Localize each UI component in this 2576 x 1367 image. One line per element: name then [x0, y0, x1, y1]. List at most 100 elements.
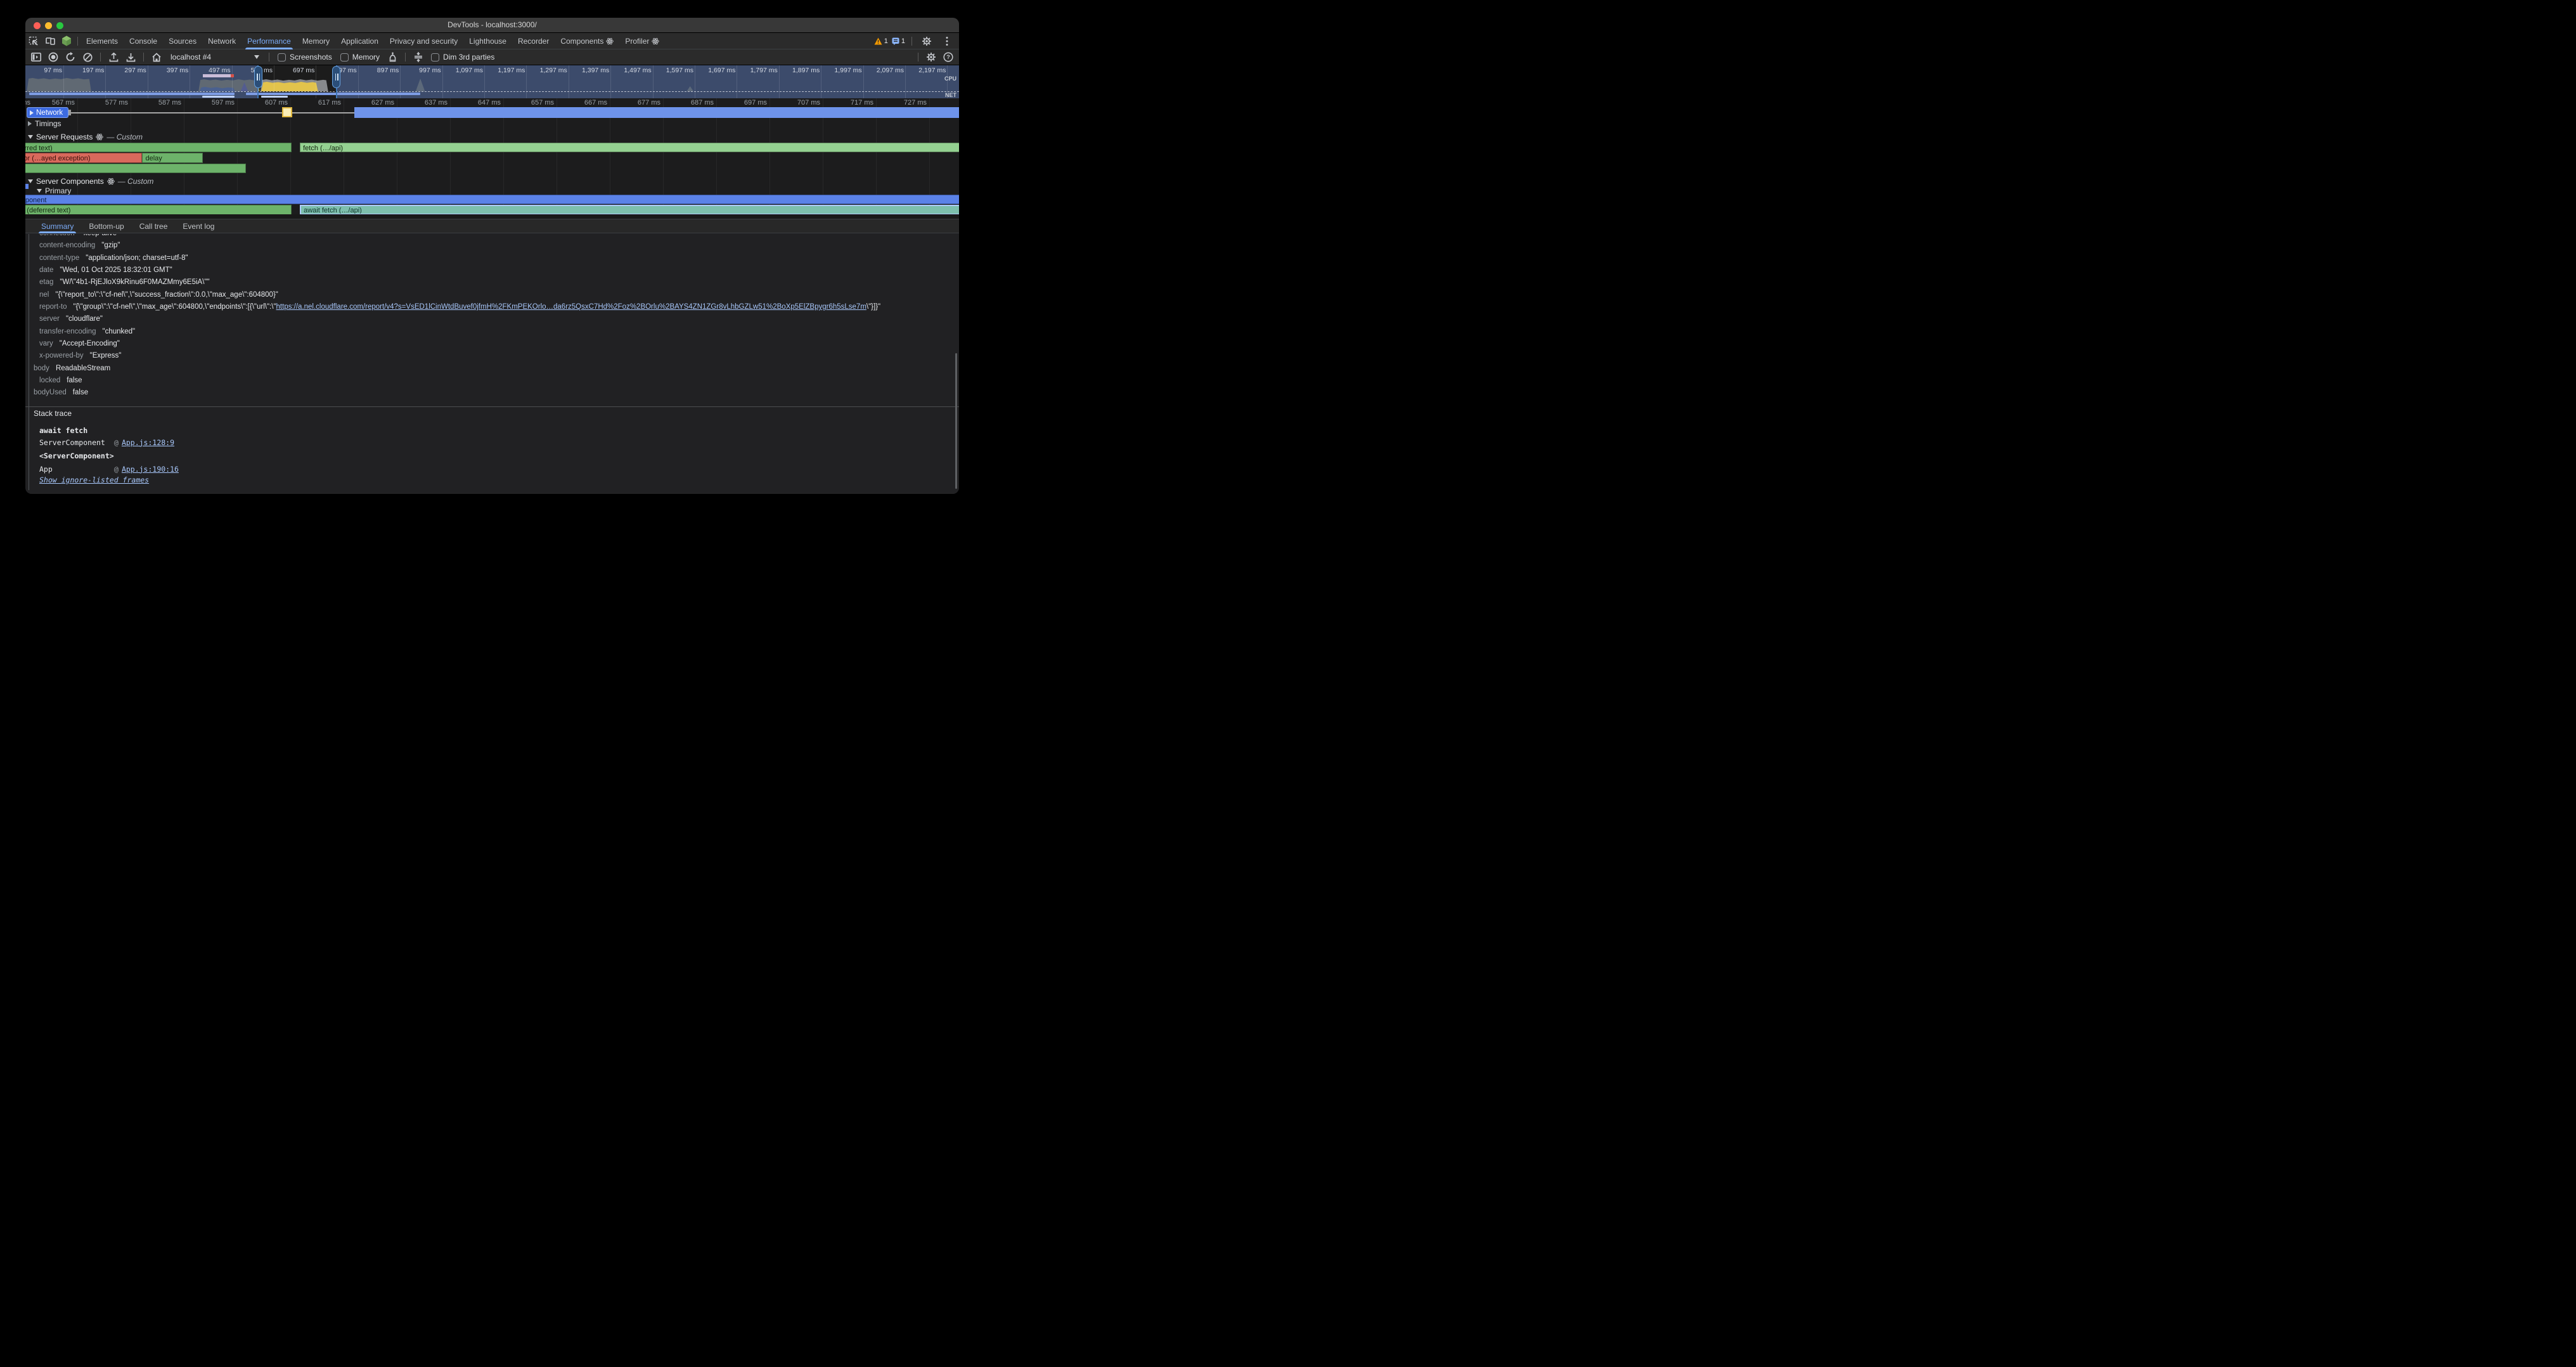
- network-candy-block[interactable]: [282, 107, 292, 117]
- timeline-main[interactable]: ms567 ms577 ms587 ms597 ms607 ms617 ms62…: [25, 98, 959, 219]
- event-bar[interactable]: ServerComponent: [25, 195, 959, 205]
- net-lane-label: NET: [945, 92, 956, 98]
- divider: [143, 53, 144, 62]
- event-bar[interactable]: fetch (…/api): [300, 143, 959, 153]
- frame-source-link[interactable]: App.js:190:16: [122, 465, 179, 474]
- dim-3rd-parties-checkbox-row[interactable]: Dim 3rd parties: [431, 53, 494, 62]
- memory-checkbox[interactable]: [340, 53, 349, 62]
- property-key: connection: [39, 234, 75, 237]
- tab-console[interactable]: Console: [124, 33, 163, 49]
- property-value: "chunked": [103, 328, 136, 335]
- dim-3rd-parties-checkbox[interactable]: [431, 53, 439, 62]
- warning-icon: [874, 37, 882, 45]
- save-profile-icon[interactable]: [124, 51, 138, 64]
- network-request-line: [68, 112, 354, 113]
- details-scrollbar[interactable]: [955, 353, 958, 489]
- overview-ruler-label: 2,097 ms: [860, 67, 904, 74]
- stack-trace-section: Stack trace await fetchServerComponent@A…: [25, 407, 959, 494]
- event-bar[interactable]: delay (deferred text): [25, 143, 292, 153]
- overview-ruler-label: 1,597 ms: [649, 67, 693, 74]
- details-tab-summary[interactable]: Summary: [34, 219, 81, 233]
- screenshots-checkbox-row[interactable]: Screenshots: [278, 53, 332, 62]
- disclosure-triangle-icon: [37, 189, 42, 193]
- tab-recorder[interactable]: Recorder: [512, 33, 555, 49]
- property-value: ReadableStream: [56, 365, 110, 372]
- show-ignore-listed-frames-link[interactable]: Show ignore-listed frames: [39, 476, 149, 484]
- more-menu-icon[interactable]: [939, 34, 955, 49]
- tab-sources[interactable]: Sources: [163, 33, 202, 49]
- tab-label: Lighthouse: [469, 37, 506, 46]
- report-url-link[interactable]: https://a.nel.cloudflare.com/report/v4?s…: [276, 303, 866, 311]
- network-track-label[interactable]: Network: [27, 107, 68, 118]
- selection-handle-left[interactable]: [254, 66, 262, 88]
- details-tab-bottom-up[interactable]: Bottom-up: [81, 219, 131, 233]
- history-select[interactable]: localhost #4: [167, 51, 263, 63]
- collect-garbage-icon[interactable]: [385, 51, 399, 64]
- overview-ruler-label: 897 ms: [354, 67, 399, 74]
- event-bar[interactable]: delay: [25, 164, 246, 174]
- inspect-icon[interactable]: [25, 34, 42, 49]
- track-title: Server Requests: [36, 133, 93, 141]
- tab-memory[interactable]: Memory: [297, 33, 335, 49]
- tab-label: Recorder: [518, 37, 549, 46]
- timings-track-label[interactable]: Timings: [28, 119, 61, 128]
- tab-profiler[interactable]: Profiler: [619, 33, 665, 49]
- collapse-tracks-icon[interactable]: [411, 51, 425, 64]
- server-components-track-header[interactable]: Server Components— Custom: [28, 177, 153, 186]
- tab-network[interactable]: Network: [202, 33, 242, 49]
- ruler-tick-label: 697 ms: [723, 99, 767, 107]
- property-row: bodyUsedfalse: [34, 387, 956, 399]
- network-request-block[interactable]: [354, 107, 959, 118]
- overview-ruler-label: 597 ms: [228, 67, 273, 74]
- event-bar[interactable]: await delay (deferred text): [25, 205, 292, 215]
- home-icon[interactable]: [150, 51, 164, 64]
- ruler-tick-label: 687 ms: [669, 99, 714, 107]
- record-icon[interactable]: [46, 51, 60, 64]
- ruler-tick-label: 647 ms: [456, 99, 501, 107]
- warning-count: 1: [884, 37, 888, 45]
- divider: [77, 37, 78, 46]
- property-row: transfer-encoding"chunked": [39, 325, 959, 337]
- tab-label: Application: [341, 37, 378, 46]
- tab-lighthouse[interactable]: Lighthouse: [463, 33, 512, 49]
- settings-gear-icon[interactable]: [918, 34, 935, 49]
- frame-source-link[interactable]: App.js:128:9: [122, 438, 174, 447]
- property-value: "Express": [90, 352, 122, 360]
- issues-badge[interactable]: 1: [892, 37, 905, 45]
- device-toolbar-icon[interactable]: [42, 34, 58, 49]
- clear-icon[interactable]: [80, 51, 94, 64]
- tab-privacy-and-security[interactable]: Privacy and security: [384, 33, 463, 49]
- tab-label: Network: [208, 37, 236, 46]
- event-bar[interactable]: delay: [142, 153, 203, 163]
- toggle-sidebar-icon[interactable]: [29, 51, 43, 64]
- disclosure-triangle-icon: [28, 121, 32, 126]
- ruler-tick-label: 617 ms: [297, 99, 341, 107]
- capture-settings-gear-icon[interactable]: [924, 51, 938, 64]
- record-and-reload-icon[interactable]: [63, 51, 77, 64]
- memory-checkbox-row[interactable]: Memory: [340, 53, 380, 62]
- ruler-tick-label: 707 ms: [776, 99, 820, 107]
- tab-elements[interactable]: Elements: [80, 33, 124, 49]
- selection-handle-right[interactable]: [332, 66, 340, 88]
- tab-application[interactable]: Application: [335, 33, 384, 49]
- help-icon[interactable]: ?: [941, 51, 955, 64]
- warnings-badge[interactable]: 1: [874, 37, 888, 45]
- tab-performance[interactable]: Performance: [242, 33, 297, 49]
- ruler-tick-label: 587 ms: [137, 99, 181, 107]
- event-bar[interactable]: await fetch (…/api): [300, 205, 959, 215]
- history-select-value: localhost #4: [171, 53, 250, 62]
- details-tab-call-tree[interactable]: Call tree: [132, 219, 176, 233]
- event-bar[interactable]: delayedError (…ayed exception): [25, 153, 142, 163]
- node-extension-icon[interactable]: [58, 34, 75, 49]
- server-requests-track-header[interactable]: Server Requests— Custom: [28, 133, 143, 141]
- details-tab-event-log[interactable]: Event log: [175, 219, 222, 233]
- load-profile-icon[interactable]: [106, 51, 120, 64]
- screenshots-checkbox[interactable]: [278, 53, 286, 62]
- timeline-overview[interactable]: 97 ms197 ms297 ms397 ms497 ms597 ms697 m…: [25, 65, 959, 98]
- overview-ruler-label: 1,297 ms: [523, 67, 567, 74]
- tab-label: Profiler: [625, 37, 649, 46]
- tab-components[interactable]: Components: [555, 33, 619, 49]
- frame-function-name: <ServerComponent>: [39, 451, 114, 460]
- show-ignore-listed-frames-link-text[interactable]: Show ignore-listed frames: [39, 476, 149, 484]
- memory-label: Memory: [352, 53, 380, 62]
